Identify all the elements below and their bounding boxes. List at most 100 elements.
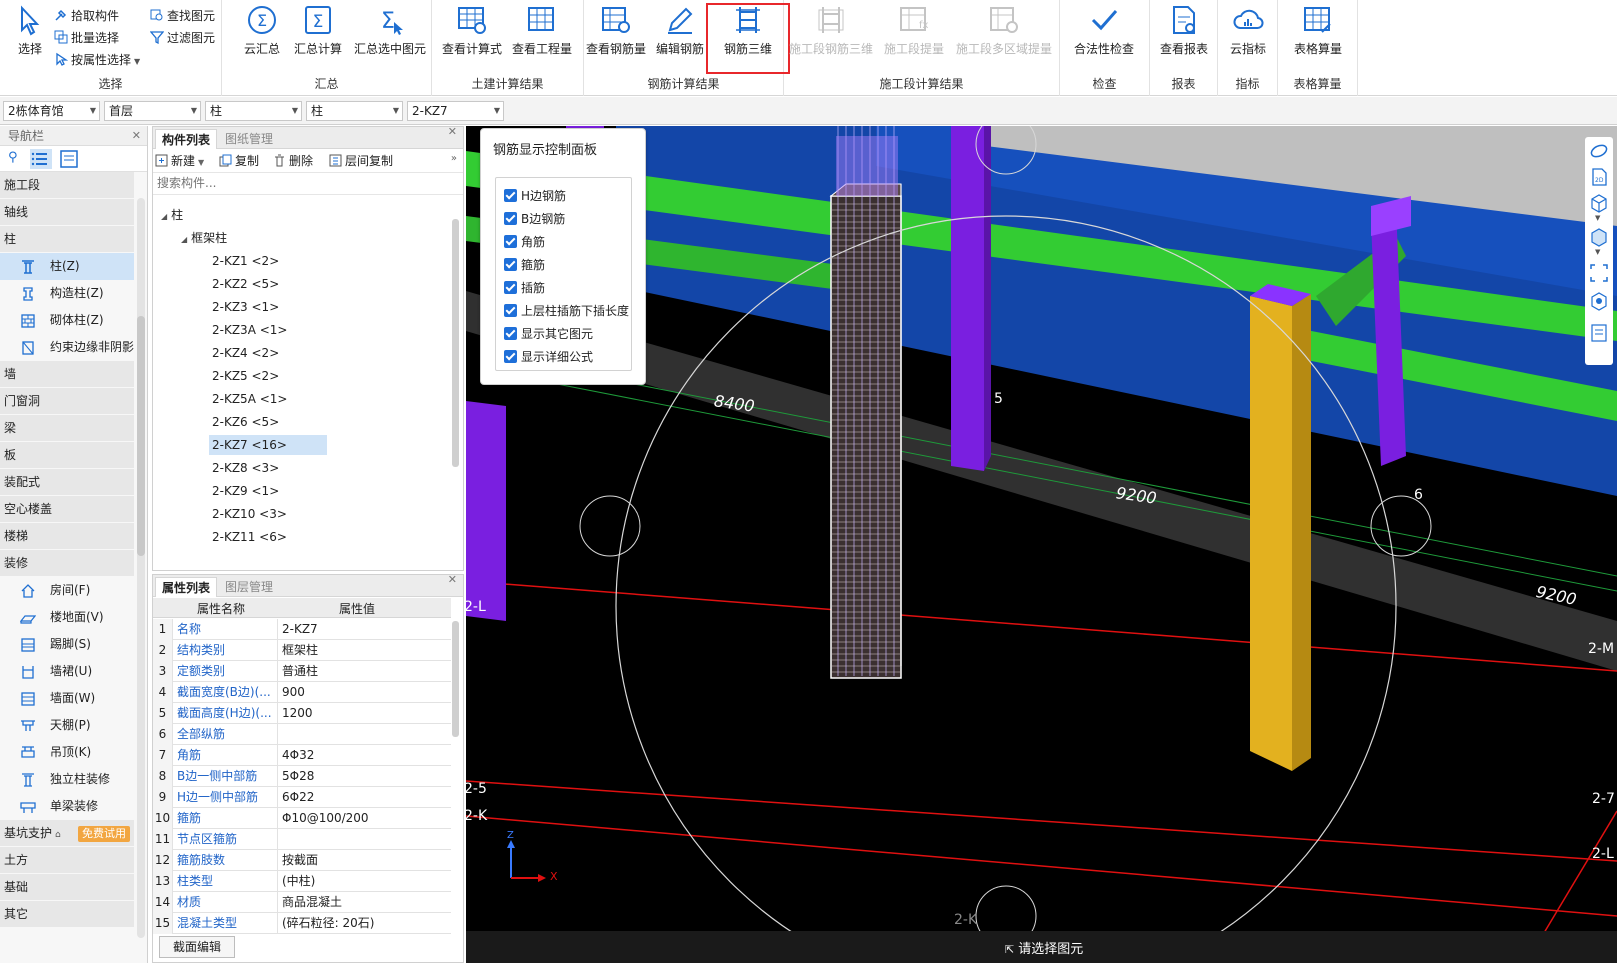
filter-element-button[interactable]: 过滤图元 (150, 28, 215, 48)
stage-multi-area-button[interactable]: 施工段多区域提量 (952, 4, 1056, 60)
validity-check-button[interactable]: 合法性检查 (1070, 4, 1138, 60)
pin-icon[interactable]: ⚲ (8, 150, 18, 165)
tree-group-node[interactable]: ◢ 框架柱 (181, 228, 227, 248)
close-icon[interactable]: ✕ (448, 573, 457, 586)
tab-property-list[interactable]: 属性列表 (155, 577, 218, 597)
nav-item-column[interactable]: 柱(Z) (0, 253, 134, 280)
property-value[interactable]: 普通柱 (277, 661, 447, 682)
nav-item-wall-surface[interactable]: 墙面(W) (0, 685, 134, 712)
chevron-down-icon[interactable]: ▼ (1595, 214, 1600, 222)
summary-calc-button[interactable]: Σ 汇总计算 (284, 4, 352, 60)
property-scrollbar[interactable] (452, 621, 459, 737)
component-dropdown[interactable]: 2-KZ7 ▼ (407, 101, 504, 121)
new-component-button[interactable]: 新建 ▼ (155, 152, 204, 170)
nav-scrollbar-track[interactable] (137, 198, 145, 938)
type-dropdown[interactable]: 柱 ▼ (205, 101, 302, 121)
nav-cat-prefab[interactable]: 装配式 (0, 469, 134, 496)
list-view-icon[interactable] (30, 149, 52, 169)
property-row[interactable]: 10 箍筋 Φ10@100/200 (153, 808, 451, 829)
property-value[interactable]: (中柱) (277, 871, 447, 892)
nav-cat-slab[interactable]: 板 (0, 442, 134, 469)
property-row[interactable]: 5 截面高度(H边)(... 1200 (153, 703, 451, 724)
checkbox-checked[interactable] (504, 258, 517, 271)
chevron-down-icon[interactable]: ▼ (1595, 248, 1600, 256)
batch-select-button[interactable]: 批量选择 (54, 28, 119, 48)
tree-root-node[interactable]: ◢ 柱 (161, 205, 183, 225)
property-row[interactable]: 12 箍筋肢数 按截面 (153, 850, 451, 871)
tree-item[interactable]: 2-KZ5 <2> (209, 366, 282, 386)
tree-item[interactable]: 2-KZ5A <1> (209, 389, 290, 409)
fit-view-icon[interactable] (1589, 263, 1609, 283)
nav-cat-wall[interactable]: 墙 (0, 361, 134, 388)
orbit-view-icon[interactable] (1589, 141, 1609, 161)
floor-copy-button[interactable]: 层间复制 (329, 152, 393, 170)
nav-cat-beam[interactable]: 梁 (0, 415, 134, 442)
nav-cat-earthwork[interactable]: 土方 (0, 847, 134, 874)
nav-item-suspended-ceiling[interactable]: 吊顶(K) (0, 739, 134, 766)
close-icon[interactable]: ✕ (132, 126, 141, 146)
pick-component-button[interactable]: 拾取构件 (54, 6, 119, 26)
copy-button[interactable]: 复制 (219, 152, 259, 170)
section-edit-button[interactable]: 截面编辑 (159, 936, 235, 958)
checkbox-checked[interactable] (504, 235, 517, 248)
property-row[interactable]: 9 H边一侧中部筋 6Φ22 (153, 787, 451, 808)
property-value[interactable]: 5Φ28 (277, 766, 447, 787)
floor-dropdown[interactable]: 首层 ▼ (104, 101, 201, 121)
tab-drawing-management[interactable]: 图纸管理 (219, 129, 279, 149)
nav-cat-pit-support[interactable]: 基坑支护 ⌂ 免费试用 (0, 820, 134, 847)
nav-item-skirting[interactable]: 踢脚(S) (0, 631, 134, 658)
option-b-edge-rebar[interactable]: B边钢筋 (504, 211, 565, 229)
nav-cat-decoration[interactable]: 装修 (0, 550, 134, 577)
property-value[interactable]: 2-KZ7 (277, 619, 447, 640)
settings-list-icon[interactable] (1589, 323, 1609, 343)
option-corner-rebar[interactable]: 角筋 (504, 234, 545, 252)
property-row[interactable]: 4 截面宽度(B边)(... 900 (153, 682, 451, 703)
nav-cat-stage[interactable]: 施工段 (0, 172, 134, 199)
tree-item[interactable]: 2-KZ3 <1> (209, 297, 282, 317)
property-value[interactable]: 900 (277, 682, 447, 703)
tree-item[interactable]: 2-KZ3A <1> (209, 320, 290, 340)
tree-item[interactable]: 2-KZ10 <3> (209, 504, 290, 524)
tree-item-selected[interactable]: 2-KZ7 <16> (209, 435, 327, 455)
nav-item-masonry-column[interactable]: 砌体柱(Z) (0, 307, 134, 334)
display-mode-icon[interactable] (1589, 227, 1609, 247)
table-quantity-button[interactable]: 表格算量 (1284, 4, 1352, 60)
property-row[interactable]: 11 节点区箍筋 (153, 829, 451, 850)
edit-rebar-button[interactable]: 编辑钢筋 (646, 4, 714, 60)
property-value[interactable] (277, 829, 447, 850)
option-upper-dowel-length[interactable]: 上层柱插筋下插长度 (504, 303, 629, 321)
tree-item[interactable]: 2-KZ8 <3> (209, 458, 282, 478)
nav-cat-other[interactable]: 其它 (0, 901, 134, 928)
nav-cat-opening[interactable]: 门窗洞 (0, 388, 134, 415)
property-row[interactable]: 6 全部纵筋 (153, 724, 451, 745)
view-rebar-button[interactable]: 查看钢筋量 (582, 4, 650, 60)
subtype-dropdown[interactable]: 柱 ▼ (306, 101, 403, 121)
component-search-input[interactable] (153, 173, 443, 193)
property-row[interactable]: 7 角筋 4Φ32 (153, 745, 451, 766)
tree-item[interactable]: 2-KZ4 <2> (209, 343, 282, 363)
select-by-property-button[interactable]: 按属性选择 ▼ (54, 50, 140, 70)
property-value[interactable]: 4Φ32 (277, 745, 447, 766)
checkbox-checked[interactable] (504, 212, 517, 225)
property-value[interactable]: 按截面 (277, 850, 447, 871)
checkbox-checked[interactable] (504, 350, 517, 363)
checkbox-checked[interactable] (504, 327, 517, 340)
tree-item[interactable]: 2-KZ9 <1> (209, 481, 282, 501)
nav-cat-axis[interactable]: 轴线 (0, 199, 134, 226)
nav-item-edge-nonshadow[interactable]: 约束边缘非阴影 (0, 334, 134, 361)
property-value[interactable]: (碎石粒径: 20石) (277, 913, 447, 934)
property-value[interactable]: 商品混凝土 (277, 892, 447, 913)
view-quantity-button[interactable]: 查看工程量 (508, 4, 576, 60)
tree-item[interactable]: 2-KZ6 <5> (209, 412, 282, 432)
tree-item[interactable]: 2-KZ11 <6> (209, 527, 290, 547)
nav-item-column-decoration[interactable]: 独立柱装修 (0, 766, 134, 793)
property-value[interactable]: 框架柱 (277, 640, 447, 661)
nav-item-ceiling[interactable]: 天棚(P) (0, 712, 134, 739)
property-row[interactable]: 8 B边一侧中部筋 5Φ28 (153, 766, 451, 787)
nav-cat-hollow-floor[interactable]: 空心楼盖 (0, 496, 134, 523)
nav-item-constructional-column[interactable]: 构造柱(Z) (0, 280, 134, 307)
tab-layer-management[interactable]: 图层管理 (219, 577, 279, 597)
checkbox-checked[interactable] (504, 281, 517, 294)
option-show-other-elements[interactable]: 显示其它图元 (504, 326, 593, 344)
tree-item[interactable]: 2-KZ2 <5> (209, 274, 282, 294)
